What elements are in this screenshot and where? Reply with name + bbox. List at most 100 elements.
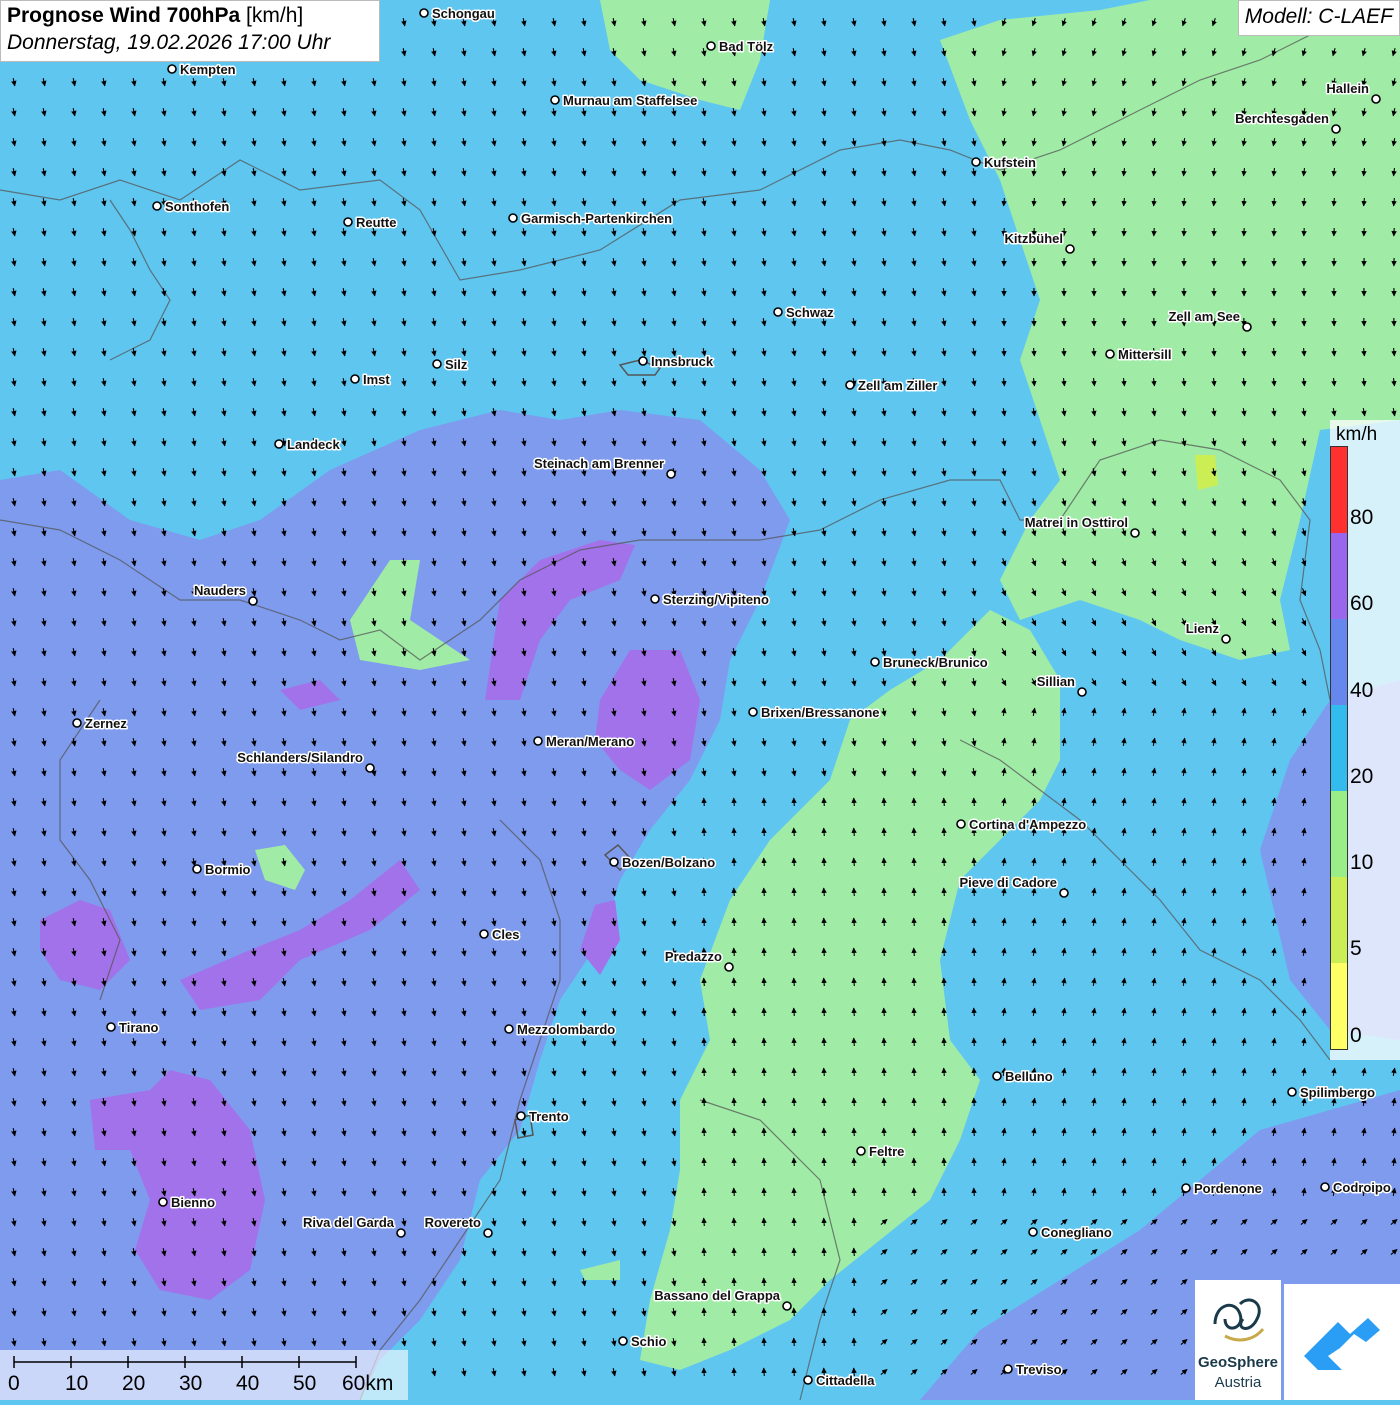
wind-arrow — [824, 1128, 825, 1136]
map-title: Prognose Wind 700hPa — [7, 4, 240, 27]
wind-arrow — [794, 888, 795, 896]
city-label: Mezzolombardo — [517, 1022, 615, 1037]
mountain-arrow-icon — [1284, 1284, 1400, 1400]
wind-arrow — [914, 828, 915, 836]
city-label: Cles — [492, 927, 519, 942]
wind-arrow — [884, 1068, 885, 1076]
wind-arrow — [734, 888, 735, 896]
city-dot — [783, 1302, 791, 1310]
legend-tick-label: 60 — [1350, 592, 1373, 616]
wind-arrow — [974, 1188, 975, 1196]
wind-arrow — [974, 1128, 975, 1136]
wind-arrow — [704, 1188, 705, 1196]
wind-arrow — [704, 978, 705, 986]
wind-arrow — [794, 948, 795, 956]
map-unit: [km/h] — [246, 4, 303, 27]
city-dot — [804, 1376, 812, 1384]
legend-tick-label: 80 — [1350, 506, 1373, 530]
wind-arrow — [884, 1008, 885, 1016]
wind-arrow — [704, 1038, 705, 1046]
wind-arrow — [944, 858, 945, 866]
wind-arrow — [734, 1218, 735, 1226]
wind-arrow — [824, 828, 825, 836]
city-dot — [153, 202, 161, 210]
city-label: Steinach am Brenner — [534, 456, 664, 471]
legend-color-step — [1331, 877, 1347, 963]
city-label: Garmisch-Partenkirchen — [521, 211, 672, 226]
wind-arrow — [854, 1218, 855, 1226]
wind-arrow — [764, 798, 765, 806]
wind-arrow — [824, 948, 825, 956]
legend-color-step — [1331, 791, 1347, 877]
wind-arrow — [734, 858, 735, 866]
wind-arrow — [794, 858, 795, 866]
wind-arrow — [854, 1128, 855, 1136]
city-dot — [774, 308, 782, 316]
wind-arrow — [764, 948, 765, 956]
city-label: Bormio — [205, 862, 251, 877]
city-dot — [193, 865, 201, 873]
wind-arrow — [824, 888, 825, 896]
wind-arrow — [794, 1308, 795, 1316]
wind-arrow — [974, 1008, 975, 1016]
wind-arrow — [974, 798, 975, 806]
wind-arrow — [794, 1038, 795, 1046]
wind-arrow — [944, 1158, 945, 1166]
wind-arrow — [824, 1158, 825, 1166]
wind-arrow — [854, 1338, 855, 1346]
wind-arrow — [824, 798, 825, 806]
wind-arrow — [734, 1008, 735, 1016]
wind-arrow — [944, 1068, 945, 1076]
wind-arrow — [914, 1038, 915, 1046]
wind-arrow — [764, 1038, 765, 1046]
city-label: Lienz — [1186, 621, 1220, 636]
city-dot — [1078, 688, 1086, 696]
wind-arrow — [974, 1068, 975, 1076]
wind-arrow — [884, 828, 885, 836]
city-dot — [420, 9, 428, 17]
wind-arrow — [944, 1128, 945, 1136]
scale-label: 50 — [293, 1372, 316, 1396]
legend-tick-label: 5 — [1350, 937, 1362, 961]
wind-arrow — [794, 1248, 795, 1256]
weather-app-logo — [1284, 1284, 1400, 1400]
wind-arrow — [794, 798, 795, 806]
wind-arrow — [854, 948, 855, 956]
city-dot — [749, 708, 757, 716]
wind-arrow — [884, 858, 885, 866]
wind-arrow — [914, 948, 915, 956]
wind-arrow — [854, 1188, 855, 1196]
city-dot — [993, 1072, 1001, 1080]
city-dot — [1288, 1088, 1296, 1096]
scale-label: 40 — [236, 1372, 259, 1396]
geosphere-logo: GeoSphere Austria — [1195, 1280, 1281, 1400]
wind-arrow — [794, 1338, 795, 1346]
wind-arrow — [854, 1098, 855, 1106]
wind-arrow — [704, 1308, 705, 1316]
city-dot — [972, 158, 980, 166]
wind-arrow — [944, 1188, 945, 1196]
wind-arrow — [914, 858, 915, 866]
wind-arrow — [704, 1368, 705, 1376]
city-label: Reutte — [356, 215, 396, 230]
city-dot — [846, 381, 854, 389]
wind-arrow — [704, 1278, 705, 1286]
city-label: Matrei in Osttirol — [1025, 515, 1128, 530]
wind-arrow — [884, 1188, 885, 1196]
city-dot — [509, 214, 517, 222]
legend-color-step — [1331, 533, 1347, 619]
wind-arrow — [794, 1008, 795, 1016]
wind-arrow — [764, 1068, 765, 1076]
city-label: Zell am Ziller — [858, 378, 937, 393]
wind-arrow — [974, 978, 975, 986]
city-label: Rovereto — [425, 1215, 481, 1230]
city-label: Imst — [363, 372, 390, 387]
wind-arrow — [854, 918, 855, 926]
city-dot — [107, 1023, 115, 1031]
wind-arrow — [974, 1038, 975, 1046]
city-label: Bassano del Grappa — [654, 1288, 780, 1303]
city-dot — [351, 375, 359, 383]
model-label: Modell: C-LAEF — [1238, 0, 1400, 36]
wind-arrow — [884, 948, 885, 956]
legend-tick-label: 20 — [1350, 765, 1373, 789]
